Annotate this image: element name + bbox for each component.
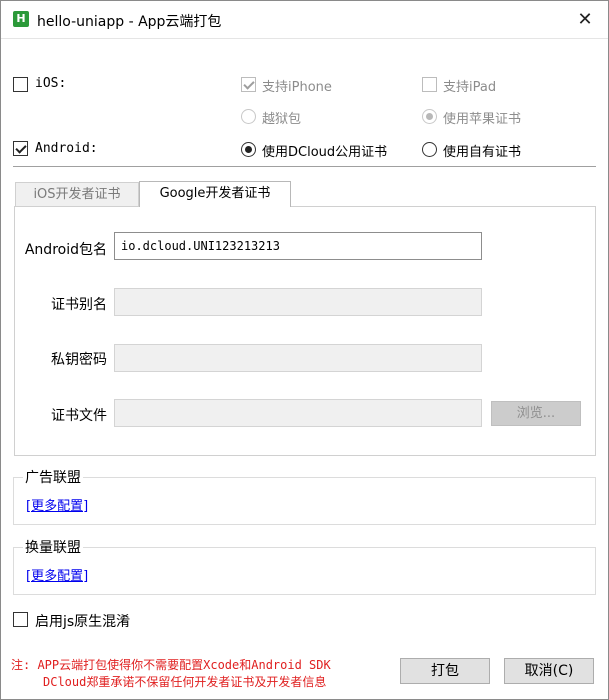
exchange-union-more-config-link[interactable]: [更多配置] [26, 565, 88, 584]
ios-label: iOS: [35, 76, 67, 91]
window-title: hello-uniapp - App云端打包 [37, 14, 222, 30]
cert-alias-label: 证书别名 [51, 297, 107, 313]
close-button[interactable]: ✕ [570, 5, 600, 35]
jailbreak-label: 越狱包 [262, 112, 302, 127]
footer-note-line2: DCloud郑重承诺不保留任何开发者证书及开发者信息 [43, 675, 327, 689]
separator [13, 166, 596, 167]
tab-google-cert[interactable]: Google开发者证书 [139, 181, 291, 207]
support-ipad-checkbox[interactable] [422, 77, 437, 92]
own-cert-label: 使用自有证书 [443, 145, 522, 160]
exchange-union-group [13, 547, 596, 595]
browse-button[interactable]: 浏览... [491, 401, 581, 426]
private-key-password-input[interactable] [114, 344, 482, 372]
jailbreak-radio[interactable] [241, 109, 256, 124]
pack-button[interactable]: 打包 [400, 658, 490, 684]
dcloud-cert-radio[interactable] [241, 142, 256, 157]
ad-union-group [13, 477, 596, 525]
package-name-input[interactable]: io.dcloud.UNI123213213 [114, 232, 482, 260]
tab-ios-cert[interactable]: iOS开发者证书 [15, 182, 139, 206]
js-obfuscate-checkbox[interactable] [13, 612, 28, 627]
cert-file-label: 证书文件 [51, 408, 107, 424]
hbuilder-app-icon: H [13, 11, 29, 27]
js-obfuscate-label: 启用js原生混淆 [35, 614, 131, 630]
title-bar: H hello-uniapp - App云端打包 ✕ [1, 1, 608, 39]
footer-note-line1: 注: APP云端打包使得你不需要配置Xcode和Android SDK [11, 658, 331, 672]
tab-ios-cert-label: iOS开发者证书 [33, 187, 121, 202]
apple-cert-label: 使用苹果证书 [443, 112, 522, 127]
support-ipad-label: 支持iPad [443, 80, 497, 95]
cert-alias-input[interactable] [114, 288, 482, 316]
private-key-password-label: 私钥密码 [51, 352, 107, 368]
ios-checkbox[interactable] [13, 77, 28, 92]
ad-union-more-config-link[interactable]: [更多配置] [26, 495, 88, 514]
pack-dialog: H hello-uniapp - App云端打包 ✕ iOS: 支持iPhone… [0, 0, 609, 700]
ad-union-title: 广告联盟 [23, 467, 83, 487]
close-icon: ✕ [577, 9, 593, 30]
dcloud-cert-label: 使用DCloud公用证书 [262, 145, 388, 160]
cert-file-input[interactable] [114, 399, 482, 427]
support-iphone-label: 支持iPhone [262, 80, 332, 95]
exchange-union-title: 换量联盟 [23, 537, 83, 557]
support-iphone-checkbox[interactable] [241, 77, 256, 92]
package-name-label: Android包名 [24, 242, 107, 258]
own-cert-radio[interactable] [422, 142, 437, 157]
apple-cert-radio[interactable] [422, 109, 437, 124]
android-label: Android: [35, 141, 98, 156]
tab-google-cert-label: Google开发者证书 [159, 186, 271, 201]
android-checkbox[interactable] [13, 141, 28, 156]
cancel-button[interactable]: 取消(C) [504, 658, 594, 684]
